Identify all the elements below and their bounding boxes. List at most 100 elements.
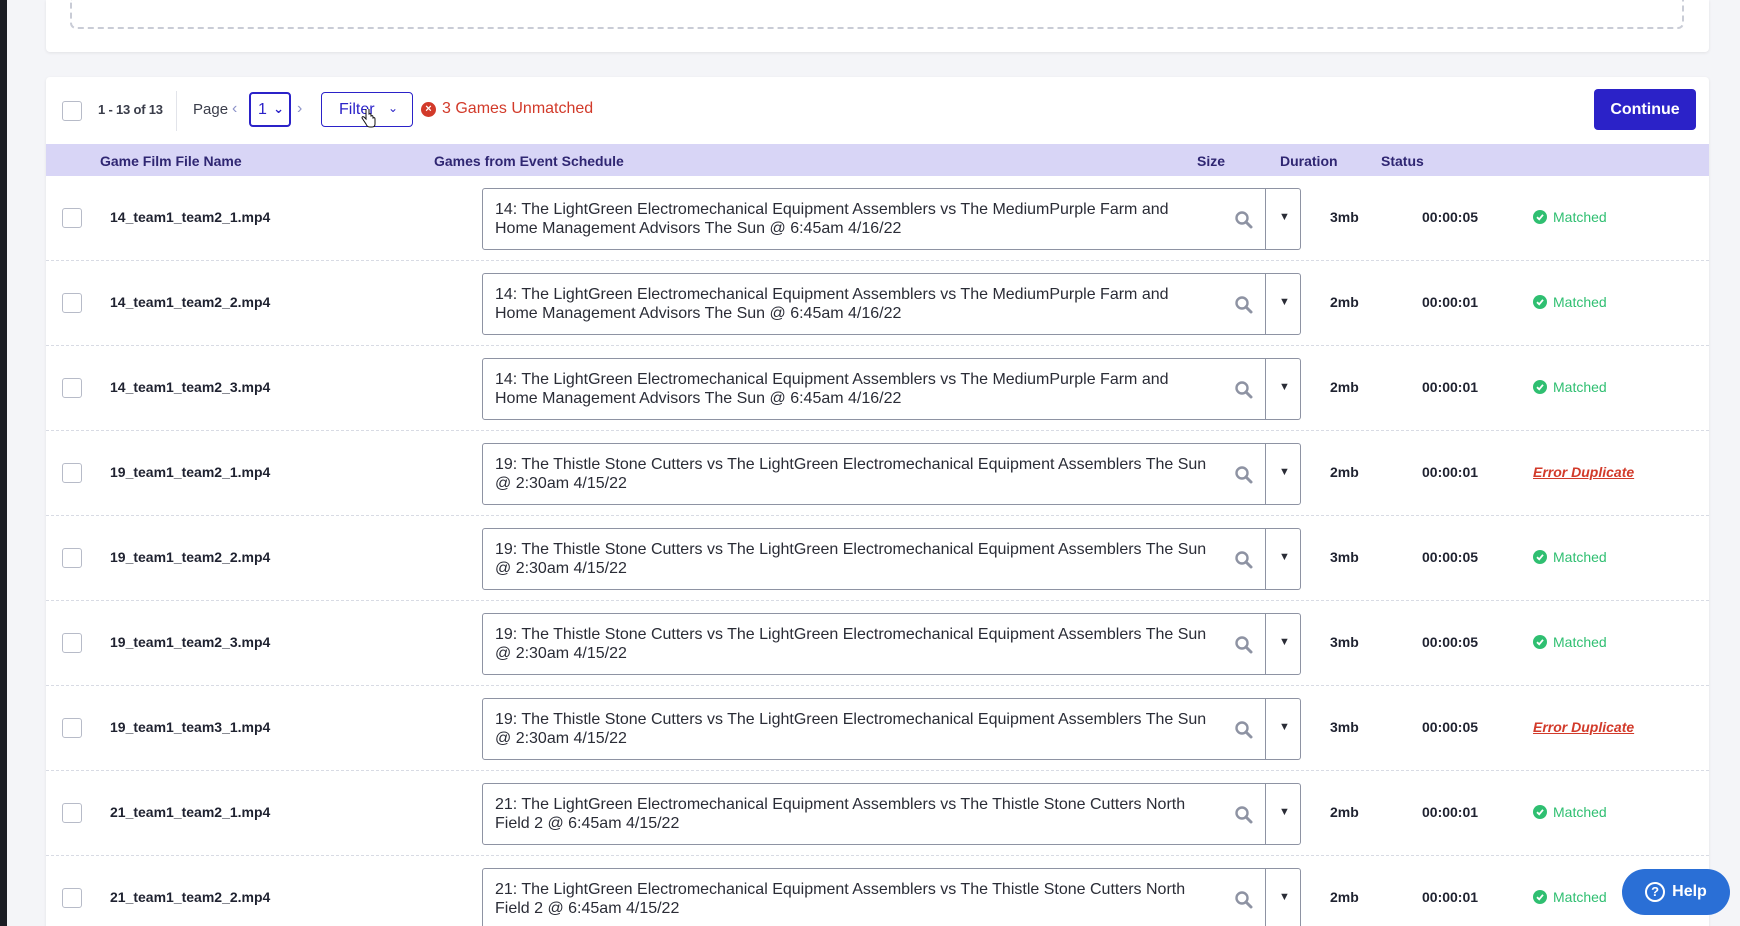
- row-checkbox[interactable]: [62, 378, 82, 398]
- dropdown-arrow-icon[interactable]: ▼: [1279, 636, 1290, 648]
- check-circle-icon: [1533, 210, 1547, 224]
- file-duration: 00:00:05: [1422, 719, 1479, 735]
- header-size: Size: [1197, 153, 1226, 169]
- dropdown-arrow-icon[interactable]: ▼: [1279, 551, 1290, 563]
- check-circle-icon: [1533, 295, 1547, 309]
- unmatched-games-text: 3 Games Unmatched: [442, 100, 594, 117]
- file-size: 2mb: [1330, 294, 1359, 310]
- status-label: Matched: [1553, 294, 1607, 310]
- check-circle-icon: [1533, 380, 1547, 394]
- game-select[interactable]: 21: The LightGreen Electromechanical Equ…: [482, 783, 1301, 845]
- table-toolbar: 1 - 13 of 13 Page ‹ 1 ⌄ › Filter ⌄ × 3 G…: [46, 77, 1709, 144]
- table-row: 14_team1_team2_1.mp4 14: The LightGreen E…: [46, 176, 1709, 261]
- file-size: 2mb: [1330, 464, 1359, 480]
- game-select[interactable]: 14: The LightGreen Electromechanical Equ…: [482, 188, 1301, 250]
- status-badge[interactable]: Error Duplicate: [1533, 719, 1634, 735]
- file-duration: 00:00:01: [1422, 464, 1479, 480]
- file-name: 19_team1_team2_1.mp4: [110, 464, 271, 480]
- status-label: Matched: [1553, 549, 1607, 565]
- row-checkbox[interactable]: [62, 633, 82, 653]
- search-icon[interactable]: [1234, 550, 1254, 570]
- search-icon[interactable]: [1234, 720, 1254, 740]
- search-icon[interactable]: [1234, 465, 1254, 485]
- search-icon[interactable]: [1234, 890, 1254, 910]
- upload-card: [46, 0, 1709, 52]
- toolbar-divider: [176, 91, 177, 131]
- search-icon[interactable]: [1234, 805, 1254, 825]
- status-badge[interactable]: Error Duplicate: [1533, 464, 1634, 480]
- game-select-value: 14: The LightGreen Electromechanical Equ…: [495, 286, 1169, 322]
- file-duration: 00:00:01: [1422, 294, 1479, 310]
- status-label: Matched: [1553, 804, 1607, 820]
- dropdown-divider: [1265, 189, 1266, 249]
- file-size: 3mb: [1330, 549, 1359, 565]
- dropdown-arrow-icon[interactable]: ▼: [1279, 721, 1290, 733]
- file-duration: 00:00:05: [1422, 549, 1479, 565]
- row-checkbox[interactable]: [62, 463, 82, 483]
- file-name: 19_team1_team2_3.mp4: [110, 634, 271, 650]
- row-checkbox[interactable]: [62, 548, 82, 568]
- game-select[interactable]: 19: The Thistle Stone Cutters vs The Lig…: [482, 613, 1301, 675]
- table-row: 19_team1_team2_3.mp4 19: The Thistle Ston…: [46, 601, 1709, 686]
- check-circle-icon: [1533, 635, 1547, 649]
- unmatched-games-alert: × 3 Games Unmatched: [421, 100, 593, 118]
- status-badge: Matched: [1533, 804, 1607, 820]
- file-size: 2mb: [1330, 804, 1359, 820]
- row-checkbox[interactable]: [62, 888, 82, 908]
- pointer-cursor-icon: [361, 109, 376, 128]
- page-select[interactable]: 1 ⌄: [249, 92, 291, 127]
- row-checkbox[interactable]: [62, 718, 82, 738]
- chevron-down-icon: ⌄: [273, 101, 284, 116]
- status-badge: Matched: [1533, 549, 1607, 565]
- previous-page-icon[interactable]: ‹: [232, 100, 237, 118]
- dropdown-arrow-icon[interactable]: ▼: [1279, 296, 1290, 308]
- file-name: 14_team1_team2_2.mp4: [110, 294, 271, 310]
- search-icon[interactable]: [1234, 295, 1254, 315]
- row-checkbox[interactable]: [62, 293, 82, 313]
- select-all-checkbox[interactable]: [62, 101, 82, 121]
- dropdown-divider: [1265, 614, 1266, 674]
- chevron-down-icon: ⌄: [388, 101, 399, 115]
- file-duration: 00:00:01: [1422, 889, 1479, 905]
- search-icon[interactable]: [1234, 635, 1254, 655]
- status-label: Matched: [1553, 889, 1607, 905]
- game-select[interactable]: 14: The LightGreen Electromechanical Equ…: [482, 358, 1301, 420]
- dropdown-divider: [1265, 274, 1266, 334]
- file-size: 2mb: [1330, 379, 1359, 395]
- game-select[interactable]: 21: The LightGreen Electromechanical Equ…: [482, 868, 1301, 926]
- dropdown-arrow-icon[interactable]: ▼: [1279, 466, 1290, 478]
- game-select-value: 19: The Thistle Stone Cutters vs The Lig…: [495, 541, 1207, 577]
- page-label: Page: [193, 101, 229, 118]
- table-row: 14_team1_team2_3.mp4 14: The LightGreen E…: [46, 346, 1709, 431]
- next-page-icon[interactable]: ›: [297, 100, 302, 118]
- dropdown-divider: [1265, 784, 1266, 844]
- file-name: 19_team1_team3_1.mp4: [110, 719, 271, 735]
- help-button[interactable]: ? Help: [1622, 869, 1730, 915]
- continue-button[interactable]: Continue: [1594, 89, 1696, 130]
- dropdown-divider: [1265, 869, 1266, 926]
- game-select-value: 19: The Thistle Stone Cutters vs The Lig…: [495, 456, 1207, 492]
- table-row: 19_team1_team2_1.mp4 19: The Thistle Ston…: [46, 431, 1709, 516]
- file-name: 21_team1_team2_1.mp4: [110, 804, 271, 820]
- dropdown-divider: [1265, 444, 1266, 504]
- dropdown-arrow-icon[interactable]: ▼: [1279, 381, 1290, 393]
- game-select[interactable]: 19: The Thistle Stone Cutters vs The Lig…: [482, 528, 1301, 590]
- status-label: Error Duplicate: [1533, 464, 1635, 480]
- row-checkbox[interactable]: [62, 803, 82, 823]
- status-label: Matched: [1553, 209, 1607, 225]
- table-row: 21_team1_team2_1.mp4 21: The LightGreen E…: [46, 771, 1709, 856]
- file-duration: 00:00:01: [1422, 379, 1479, 395]
- game-select[interactable]: 19: The Thistle Stone Cutters vs The Lig…: [482, 698, 1301, 760]
- search-icon[interactable]: [1234, 380, 1254, 400]
- table-row: 21_team1_team2_2.mp4 21: The LightGreen E…: [46, 856, 1709, 926]
- dropdown-arrow-icon[interactable]: ▼: [1279, 891, 1290, 903]
- file-dropzone[interactable]: [70, 0, 1684, 29]
- search-icon[interactable]: [1234, 210, 1254, 230]
- game-select[interactable]: 19: The Thistle Stone Cutters vs The Lig…: [482, 443, 1301, 505]
- game-select[interactable]: 14: The LightGreen Electromechanical Equ…: [482, 273, 1301, 335]
- dropdown-divider: [1265, 529, 1266, 589]
- file-name: 14_team1_team2_3.mp4: [110, 379, 271, 395]
- dropdown-arrow-icon[interactable]: ▼: [1279, 806, 1290, 818]
- dropdown-arrow-icon[interactable]: ▼: [1279, 211, 1290, 223]
- row-checkbox[interactable]: [62, 208, 82, 228]
